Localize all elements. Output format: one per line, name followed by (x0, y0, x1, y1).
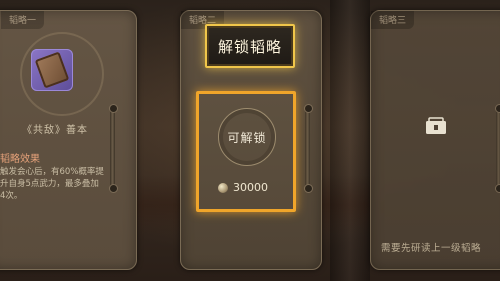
requirement-text: 需要先研读上一级韬略 (381, 243, 482, 254)
effect-title: 韬略效果 (0, 154, 40, 165)
card-tab-label: 韬略三 (371, 11, 415, 29)
coin-icon (218, 182, 228, 193)
book-name: 《共敌》善本 (22, 125, 88, 136)
lock-icon (425, 117, 447, 135)
unlock-cost: 30000 (218, 181, 268, 194)
unlockable-label: 可解锁 (227, 130, 267, 145)
card-rail (109, 104, 118, 193)
unlock-ring: 可解锁 (218, 108, 276, 166)
card-tab-label: 韬略一 (1, 11, 45, 29)
unlock-strategy-button[interactable]: 解锁韬略 (205, 24, 295, 68)
strategy-card-3[interactable]: 韬略三 (370, 10, 500, 270)
book-icon (34, 51, 70, 89)
card-rail (304, 104, 313, 193)
effect-description: 触发会心后，有60%概率提升自身5点武力，最多叠加4次。 (0, 167, 104, 201)
background-wall (330, 0, 370, 281)
unlock-slot[interactable]: 可解锁 30000 (196, 91, 296, 212)
book-item-tile[interactable] (31, 49, 73, 91)
card-rail (495, 104, 500, 193)
cost-value: 30000 (233, 181, 268, 194)
